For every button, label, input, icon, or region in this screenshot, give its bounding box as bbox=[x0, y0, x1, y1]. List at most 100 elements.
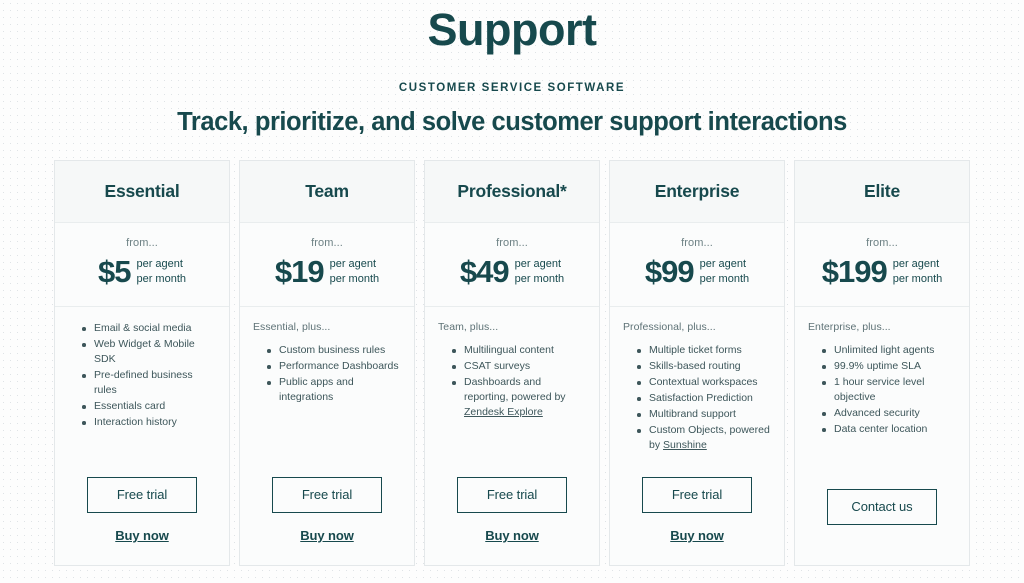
plan-plus-label: Essential, plus... bbox=[253, 321, 401, 333]
feature-text: CSAT surveys bbox=[464, 360, 530, 372]
feature-text: Contextual workspaces bbox=[649, 376, 758, 388]
price-row: $99per agentper month bbox=[620, 255, 774, 289]
plan-price-block: from... $5per agentper month bbox=[55, 223, 229, 307]
feature-item: Interaction history bbox=[82, 415, 216, 430]
plan-card-header: Essential bbox=[55, 161, 229, 223]
price-per-agent: per agent bbox=[136, 257, 186, 272]
plan-card-header: Elite bbox=[795, 161, 969, 223]
feature-item: Pre-defined business rules bbox=[82, 368, 216, 398]
price-from-label: from... bbox=[65, 237, 219, 249]
features-list: Custom business rules Performance Dashboa… bbox=[253, 343, 401, 405]
plan-price-block: from...$19per agentper month bbox=[240, 223, 414, 307]
features-list: Email & social media Web Widget & Mobile … bbox=[68, 321, 216, 430]
feature-text: Data center location bbox=[834, 423, 927, 435]
feature-text: Pre-defined business rules bbox=[94, 369, 193, 396]
feature-item: Essentials card bbox=[82, 399, 216, 414]
plan-card: Essential from... $5per agentper month Emai… bbox=[54, 160, 230, 566]
feature-item: 1 hour service level objective bbox=[822, 375, 956, 405]
contact-us-button[interactable]: Contact us bbox=[827, 489, 937, 525]
headline: Track, prioritize, and solve customer su… bbox=[0, 108, 1024, 137]
feature-item: CSAT surveys bbox=[452, 359, 586, 374]
feature-item: Dashboards and reporting, powered by Zen… bbox=[452, 375, 586, 420]
plan-card-header: Professional* bbox=[425, 161, 599, 223]
price-amount: $19 bbox=[275, 255, 324, 289]
feature-text: Satisfaction Prediction bbox=[649, 392, 753, 404]
buy-now-link[interactable]: Buy now bbox=[670, 528, 723, 543]
feature-text: Web Widget & Mobile SDK bbox=[94, 338, 195, 365]
plan-price-block: from...$99per agentper month bbox=[610, 223, 784, 307]
buy-now-link[interactable]: Buy now bbox=[115, 528, 168, 543]
plan-name: Essential bbox=[104, 181, 179, 202]
plan-name: Enterprise bbox=[655, 181, 740, 202]
price-per-agent: per agent bbox=[893, 257, 943, 272]
buy-now-link[interactable]: Buy now bbox=[485, 528, 538, 543]
page-header: Support CUSTOMER SERVICE SOFTWARE Track,… bbox=[0, 0, 1024, 137]
features-list: Multilingual content CSAT surveys Dashboar… bbox=[438, 343, 586, 420]
price-row: $49per agentper month bbox=[435, 255, 589, 289]
plan-price-block: from...$199per agentper month bbox=[795, 223, 969, 307]
feature-text: Multiple ticket forms bbox=[649, 344, 742, 356]
feature-item: Custom Objects, powered by Sunshine bbox=[637, 423, 771, 453]
plan-cta-block: Free trial Buy now bbox=[240, 469, 414, 565]
plan-features: Enterprise, plus...Unlimited light agent… bbox=[795, 307, 969, 481]
plan-plus-label: Professional, plus... bbox=[623, 321, 771, 333]
plan-features: Email & social media Web Widget & Mobile … bbox=[55, 307, 229, 469]
plan-card: Professional*from...$49per agentper mont… bbox=[424, 160, 600, 566]
feature-item: Public apps and integrations bbox=[267, 375, 401, 405]
plan-cta-block: Contact us bbox=[795, 481, 969, 565]
plan-features: Essential, plus... Custom business rules P… bbox=[240, 307, 414, 469]
feature-text: Public apps and integrations bbox=[279, 376, 354, 403]
page-title: Support bbox=[0, 2, 1024, 58]
price-per-month: per month bbox=[515, 272, 565, 287]
free-trial-button[interactable]: Free trial bbox=[642, 477, 752, 513]
price-amount: $199 bbox=[822, 255, 887, 289]
plan-features: Professional, plus... Multiple ticket for… bbox=[610, 307, 784, 469]
price-per-agent: per agent bbox=[700, 257, 750, 272]
feature-text: Custom business rules bbox=[279, 344, 385, 356]
free-trial-button[interactable]: Free trial bbox=[272, 477, 382, 513]
feature-text: 1 hour service level objective bbox=[834, 376, 924, 403]
price-amount: $49 bbox=[460, 255, 509, 289]
plan-card: Enterprisefrom...$99per agentper monthPr… bbox=[609, 160, 785, 566]
features-list: Unlimited light agents 99.9% uptime SLA 1 … bbox=[808, 343, 956, 437]
feature-text: Performance Dashboards bbox=[279, 360, 399, 372]
feature-item: Email & social media bbox=[82, 321, 216, 336]
plan-price-block: from...$49per agentper month bbox=[425, 223, 599, 307]
price-unit: per agentper month bbox=[136, 257, 186, 287]
buy-now-link[interactable]: Buy now bbox=[300, 528, 353, 543]
feature-item: Multiple ticket forms bbox=[637, 343, 771, 358]
feature-link[interactable]: Zendesk Explore bbox=[464, 406, 543, 418]
free-trial-button[interactable]: Free trial bbox=[457, 477, 567, 513]
feature-link[interactable]: Sunshine bbox=[663, 439, 707, 451]
plan-cta-block: Free trial Buy now bbox=[610, 469, 784, 565]
price-unit: per agentper month bbox=[700, 257, 750, 287]
feature-item: Data center location bbox=[822, 422, 956, 437]
price-amount: $5 bbox=[98, 255, 130, 289]
price-row: $199per agentper month bbox=[805, 255, 959, 289]
feature-item: Unlimited light agents bbox=[822, 343, 956, 358]
free-trial-button[interactable]: Free trial bbox=[87, 477, 197, 513]
price-per-agent: per agent bbox=[515, 257, 565, 272]
plan-name: Elite bbox=[864, 181, 900, 202]
plan-card-header: Team bbox=[240, 161, 414, 223]
price-per-month: per month bbox=[700, 272, 750, 287]
feature-text: Multibrand support bbox=[649, 408, 736, 420]
pricing-plans-grid: Essentialfrom...$5per agentper monthEmai… bbox=[0, 160, 1024, 566]
feature-item: 99.9% uptime SLA bbox=[822, 359, 956, 374]
feature-text: Email & social media bbox=[94, 322, 191, 334]
price-from-label: from... bbox=[805, 237, 959, 249]
feature-text: Essentials card bbox=[94, 400, 165, 412]
eyebrow-label: CUSTOMER SERVICE SOFTWARE bbox=[0, 82, 1024, 94]
price-row: $5per agentper month bbox=[65, 255, 219, 289]
feature-text: Unlimited light agents bbox=[834, 344, 934, 356]
feature-text: Multilingual content bbox=[464, 344, 554, 356]
feature-text: 99.9% uptime SLA bbox=[834, 360, 921, 372]
feature-item: Multibrand support bbox=[637, 407, 771, 422]
price-row: $19per agentper month bbox=[250, 255, 404, 289]
feature-item: Custom business rules bbox=[267, 343, 401, 358]
feature-item: Performance Dashboards bbox=[267, 359, 401, 374]
price-unit: per agentper month bbox=[515, 257, 565, 287]
feature-item: Advanced security bbox=[822, 406, 956, 421]
feature-item: Skills-based routing bbox=[637, 359, 771, 374]
feature-item: Satisfaction Prediction bbox=[637, 391, 771, 406]
